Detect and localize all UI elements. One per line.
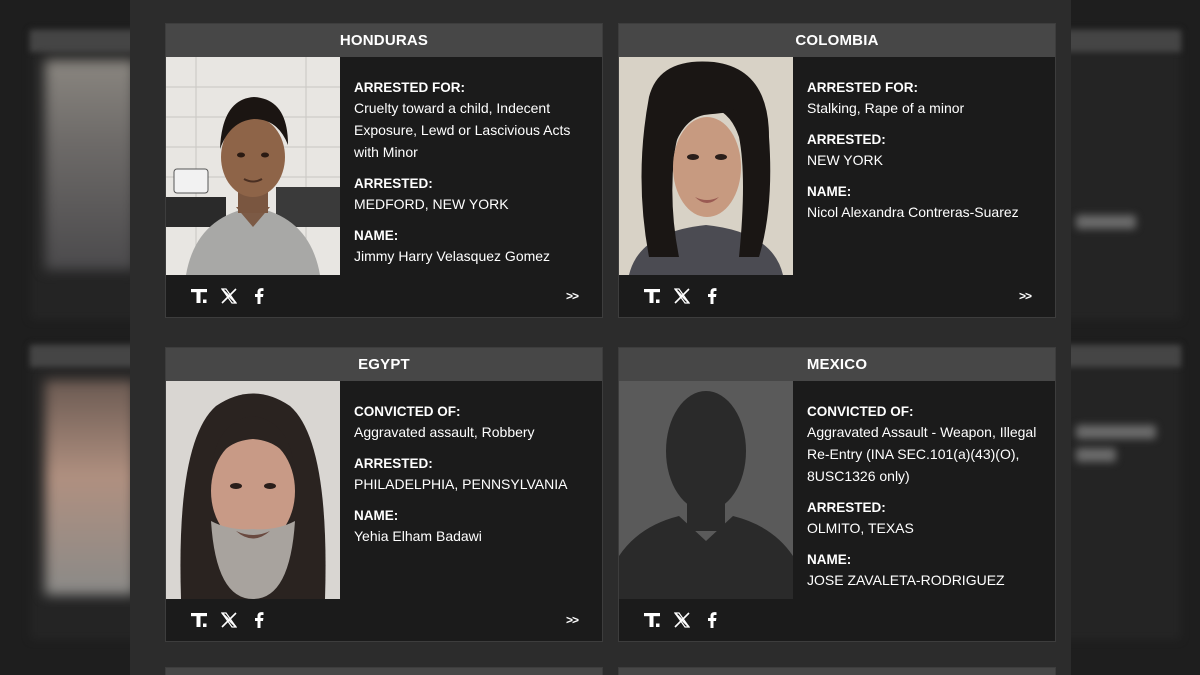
field-label: ARRESTED: xyxy=(807,500,886,515)
share-bar: >> xyxy=(619,275,1055,317)
field-value: Aggravated Assault - Weapon, Illegal Re-… xyxy=(807,424,1037,484)
field-label: CONVICTED OF: xyxy=(354,404,461,419)
profile-card: EGYPT CONVICTED OF: Aggravated assault, … xyxy=(165,347,603,642)
x-icon[interactable] xyxy=(673,287,691,305)
profile-card: HONDURAS ARRESTED FOR: Cruelty toward a … xyxy=(165,23,603,318)
mugshot-photo xyxy=(166,57,340,275)
field-label: NAME: xyxy=(807,184,852,199)
profile-card: MEXICO CONVICTED OF: Aggravated Assault … xyxy=(618,347,1056,642)
share-bar xyxy=(619,599,1055,641)
more-link[interactable]: >> xyxy=(1019,289,1032,303)
mugshot-photo xyxy=(619,57,793,275)
facebook-icon[interactable] xyxy=(250,287,268,305)
field-value: Cruelty toward a child, Indecent Exposur… xyxy=(354,100,571,160)
field-value: Yehia Elham Badawi xyxy=(354,528,482,544)
field-label: CONVICTED OF: xyxy=(807,404,914,419)
card-country-header: HONDURAS xyxy=(166,24,602,57)
share-bar: >> xyxy=(166,599,602,641)
x-icon[interactable] xyxy=(220,611,238,629)
x-icon[interactable] xyxy=(220,287,238,305)
x-icon[interactable] xyxy=(673,611,691,629)
more-link[interactable]: >> xyxy=(566,289,579,303)
facebook-icon[interactable] xyxy=(703,287,721,305)
field-value: JOSE ZAVALETA-RODRIGUEZ xyxy=(807,572,1005,588)
field-label: ARRESTED: xyxy=(354,176,433,191)
card-country-header: COLOMBIA xyxy=(619,24,1055,57)
field-value: Nicol Alexandra Contreras-Suarez xyxy=(807,204,1019,220)
blurred-background-right xyxy=(1071,0,1200,675)
mugshot-photo xyxy=(166,381,340,599)
field-value: Stalking, Rape of a minor xyxy=(807,100,965,116)
field-label: NAME: xyxy=(354,508,399,523)
field-label: ARRESTED FOR: xyxy=(354,80,465,95)
card-country-header: MEXICO xyxy=(619,348,1055,381)
silhouette-placeholder-icon xyxy=(619,381,793,599)
truth-social-icon[interactable] xyxy=(190,611,208,629)
field-value: Aggravated assault, Robbery xyxy=(354,424,535,440)
field-value: PHILADELPHIA, PENNSYLVANIA xyxy=(354,476,568,492)
field-label: ARRESTED FOR: xyxy=(807,80,918,95)
truth-social-icon[interactable] xyxy=(643,287,661,305)
profile-card: COLOMBIA ARRESTED FOR: Stalking, Rape of… xyxy=(618,23,1056,318)
profile-card-partial xyxy=(165,667,603,675)
field-value: MEDFORD, NEW YORK xyxy=(354,196,509,212)
card-country-header: EGYPT xyxy=(166,348,602,381)
profiles-grid: HONDURAS ARRESTED FOR: Cruelty toward a … xyxy=(130,0,1071,675)
field-label: NAME: xyxy=(807,552,852,567)
share-bar: >> xyxy=(166,275,602,317)
field-value: NEW YORK xyxy=(807,152,883,168)
truth-social-icon[interactable] xyxy=(643,611,661,629)
profile-card-partial xyxy=(618,667,1056,675)
field-value: OLMITO, TEXAS xyxy=(807,520,914,536)
field-value: Jimmy Harry Velasquez Gomez xyxy=(354,248,551,264)
more-link[interactable]: >> xyxy=(566,613,579,627)
truth-social-icon[interactable] xyxy=(190,287,208,305)
facebook-icon[interactable] xyxy=(250,611,268,629)
field-label: ARRESTED: xyxy=(807,132,886,147)
field-label: NAME: xyxy=(354,228,399,243)
facebook-icon[interactable] xyxy=(703,611,721,629)
blurred-background-left xyxy=(0,0,130,675)
field-label: ARRESTED: xyxy=(354,456,433,471)
